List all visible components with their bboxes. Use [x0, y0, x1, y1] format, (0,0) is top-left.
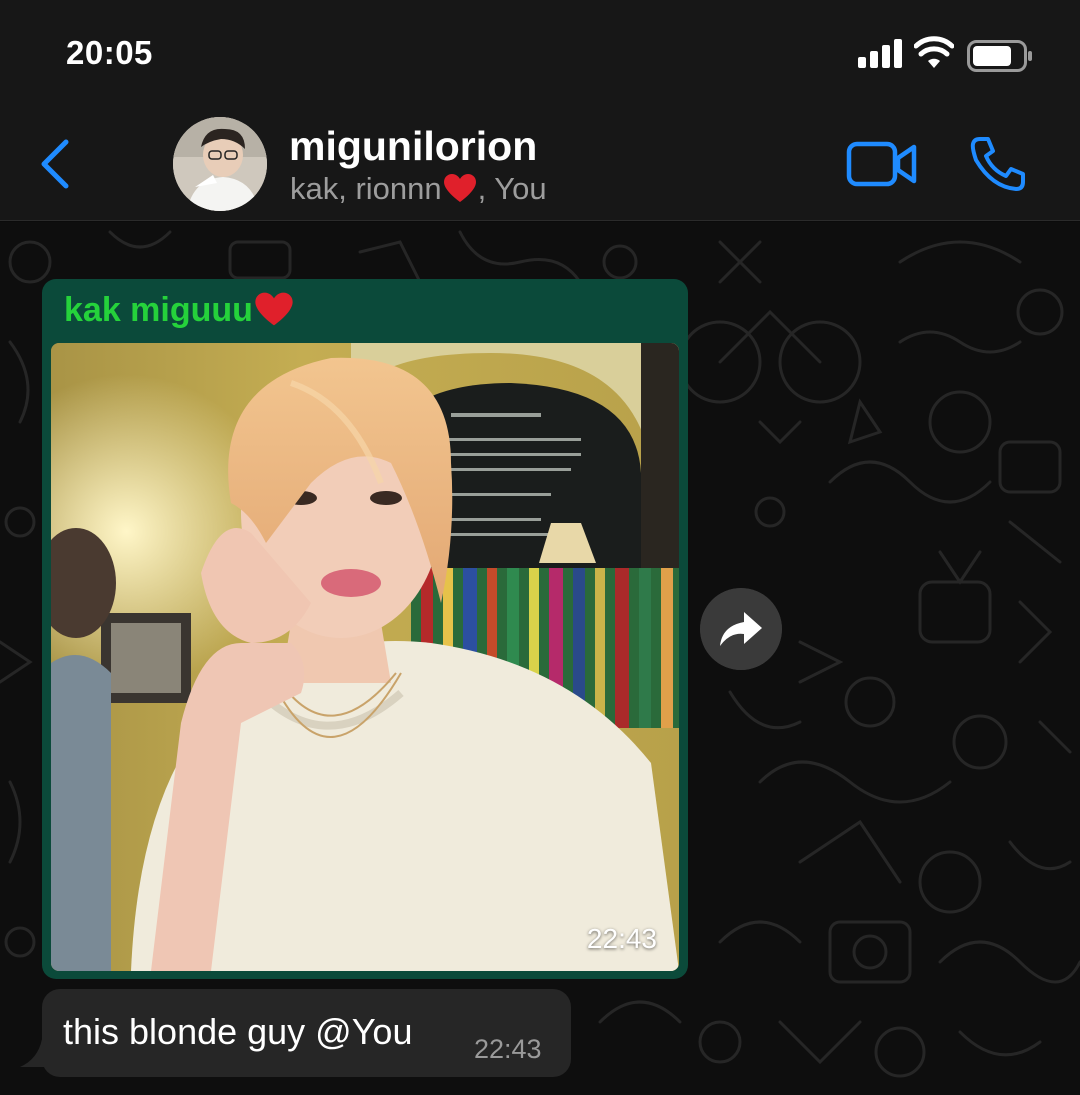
- chat-header: migunilorion kak, rionnn , You: [0, 100, 1080, 221]
- sender-name: kak miguuu: [64, 291, 295, 330]
- video-call-icon[interactable]: [846, 140, 918, 188]
- wifi-icon: [914, 36, 954, 68]
- forward-icon[interactable]: [700, 588, 782, 670]
- status-bar: 20:05: [0, 0, 1080, 100]
- text-message-bubble[interactable]: this blonde guy @You 22:43: [42, 989, 571, 1077]
- chat-title[interactable]: migunilorion: [289, 123, 537, 170]
- chat-area[interactable]: kak miguuu 22:43 this blonde guy @You 22…: [0, 222, 1080, 1095]
- phone-icon[interactable]: [968, 134, 1028, 194]
- battery-icon: [967, 40, 1032, 72]
- status-time: 20:05: [66, 34, 153, 71]
- members-suffix: , You: [477, 171, 547, 206]
- message-text: this blonde guy @You: [63, 1011, 413, 1052]
- back-chevron-icon[interactable]: [36, 136, 76, 192]
- members-prefix: kak, rionnn: [290, 171, 442, 206]
- image-message-bubble[interactable]: kak miguuu 22:43: [42, 279, 688, 979]
- group-avatar[interactable]: [173, 117, 267, 211]
- chat-members: kak, rionnn , You: [290, 171, 547, 207]
- photo-timestamp: 22:43: [586, 923, 657, 954]
- signal-icon: [858, 38, 906, 68]
- chat-screen: 20:05 migunilorion kak, rionnn , You kak…: [0, 0, 1080, 1095]
- heart-icon: [443, 174, 476, 202]
- message-photo[interactable]: 22:43: [51, 343, 679, 971]
- message-timestamp: 22:43: [474, 1034, 542, 1064]
- sender-label: kak miguuu: [64, 291, 253, 329]
- heart-icon: [255, 292, 293, 326]
